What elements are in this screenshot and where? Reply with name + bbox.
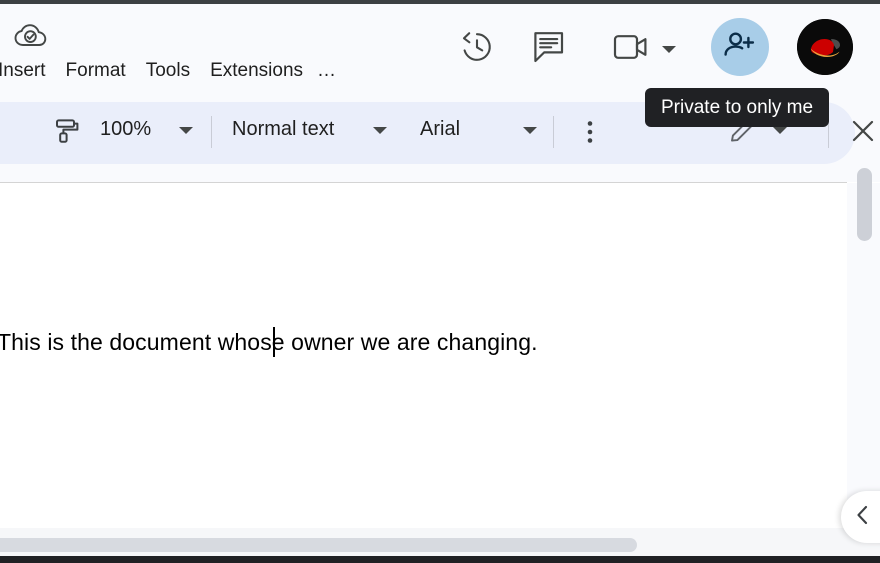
toolbar-divider — [211, 116, 212, 148]
document-body-text: This is the document whose owner we are … — [0, 329, 538, 355]
menu-item-insert[interactable]: Insert — [0, 56, 56, 86]
share-button[interactable] — [711, 18, 769, 76]
vertical-scrollbar-thumb[interactable] — [857, 168, 872, 241]
menu-item-tools[interactable]: Tools — [136, 56, 200, 86]
chevron-down-icon[interactable] — [521, 124, 539, 136]
toolbar-divider — [553, 116, 554, 148]
menu-item-extensions[interactable]: Extensions — [200, 56, 313, 86]
horizontal-scrollbar-thumb[interactable] — [0, 538, 637, 552]
text-cursor — [273, 327, 275, 357]
avatar[interactable] — [797, 19, 853, 75]
menu-item-overflow[interactable]: … — [313, 56, 346, 86]
version-history-icon[interactable] — [459, 29, 495, 65]
document-canvas[interactable]: This is the document whose owner we are … — [0, 183, 847, 528]
more-vertical-icon[interactable] — [578, 117, 602, 147]
tooltip: Private to only me — [645, 88, 830, 127]
person-add-icon — [723, 30, 757, 65]
cloud-check-icon[interactable] — [14, 22, 48, 52]
menu-item-format[interactable]: Format — [56, 56, 136, 86]
comment-icon[interactable] — [532, 30, 568, 64]
chevron-down-icon[interactable] — [660, 42, 678, 54]
font-family-value[interactable]: Arial — [420, 118, 460, 141]
chevron-down-icon[interactable] — [371, 124, 389, 136]
paragraph-style-value[interactable]: Normal text — [232, 118, 334, 141]
paint-roller-icon[interactable] — [52, 117, 82, 147]
zoom-level-value[interactable]: 100% — [100, 118, 151, 141]
video-camera-icon[interactable] — [612, 33, 650, 61]
close-icon[interactable] — [848, 116, 878, 146]
chevron-left-icon — [853, 504, 873, 531]
window-bottom-edge — [0, 556, 880, 563]
menu-bar: Insert Format Tools Extensions … — [0, 56, 346, 86]
chevron-down-icon[interactable] — [177, 124, 195, 136]
